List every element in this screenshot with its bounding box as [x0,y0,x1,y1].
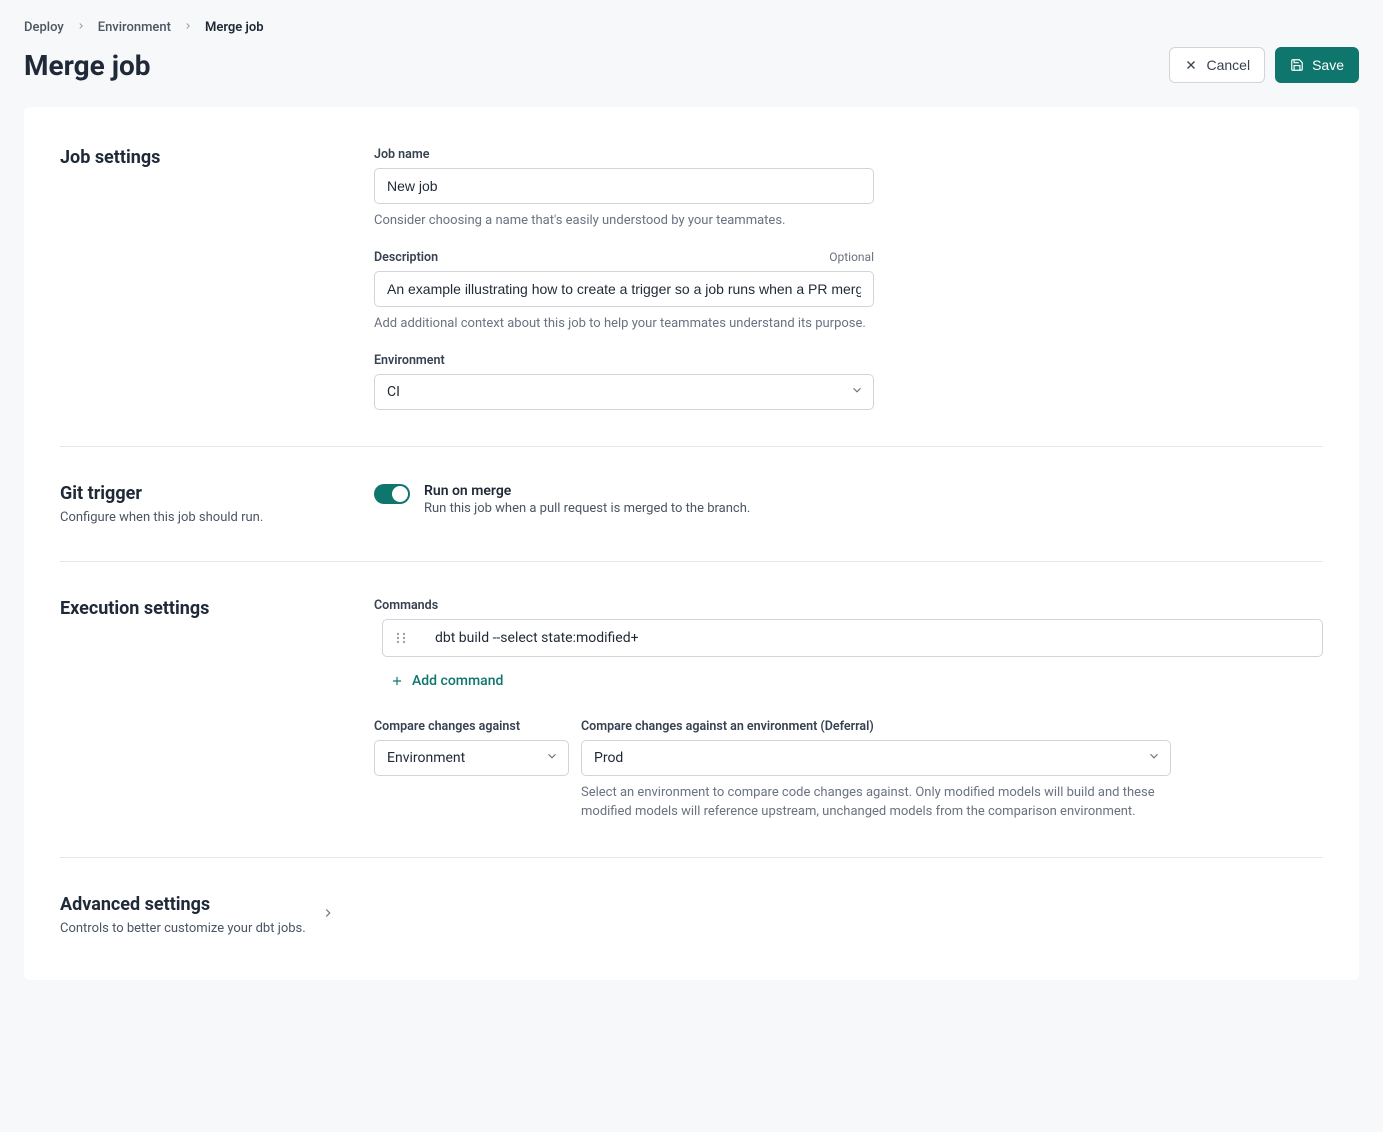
commands-label: Commands [374,598,438,613]
command-text: dbt build --select state:modified+ [435,630,639,646]
save-icon [1290,58,1304,72]
breadcrumb: Deploy Environment Merge job [24,20,1359,35]
environment-value: CI [387,384,400,400]
description-input[interactable] [374,271,874,307]
job-name-label: Job name [374,147,429,162]
plus-icon [390,674,404,688]
run-on-merge-toggle[interactable] [374,484,410,504]
add-command-button[interactable]: Add command [382,667,511,695]
save-button[interactable]: Save [1275,47,1359,83]
compare-env-select[interactable]: Prod [581,740,1171,776]
job-name-input[interactable] [374,168,874,204]
advanced-expand-button[interactable] [321,906,335,924]
advanced-settings-title: Advanced settings [60,894,306,915]
breadcrumb-current: Merge job [205,20,264,35]
page-title: Merge job [24,49,151,82]
environment-label: Environment [374,353,445,368]
cancel-label: Cancel [1206,57,1250,73]
run-on-merge-description: Run this job when a pull request is merg… [424,501,750,516]
cancel-button[interactable]: Cancel [1169,47,1265,83]
git-trigger-subtitle: Configure when this job should run. [60,510,350,525]
job-name-help: Consider choosing a name that's easily u… [374,212,874,230]
breadcrumb-environment[interactable]: Environment [98,20,171,35]
save-label: Save [1312,57,1344,73]
description-optional: Optional [829,250,874,264]
description-help: Add additional context about this job to… [374,315,874,333]
advanced-settings-subtitle: Controls to better customize your dbt jo… [60,921,306,936]
execution-settings-title: Execution settings [60,598,350,619]
close-icon [1184,58,1198,72]
compare-against-select[interactable]: Environment [374,740,569,776]
compare-env-help: Select an environment to compare code ch… [581,784,1171,820]
git-trigger-title: Git trigger [60,483,350,504]
compare-against-value: Environment [387,750,465,766]
run-on-merge-label: Run on merge [424,483,750,499]
chevron-right-icon [76,20,86,35]
compare-env-value: Prod [594,750,623,766]
breadcrumb-deploy[interactable]: Deploy [24,20,64,35]
environment-select[interactable]: CI [374,374,874,410]
drag-handle-icon[interactable] [395,631,407,645]
add-command-label: Add command [412,673,503,689]
job-settings-title: Job settings [60,147,350,168]
chevron-right-icon [321,908,335,924]
chevron-right-icon [183,20,193,35]
command-item[interactable]: dbt build --select state:modified+ [382,619,1323,657]
compare-env-label: Compare changes against an environment (… [581,719,874,734]
compare-against-label: Compare changes against [374,719,520,734]
description-label: Description [374,250,438,265]
